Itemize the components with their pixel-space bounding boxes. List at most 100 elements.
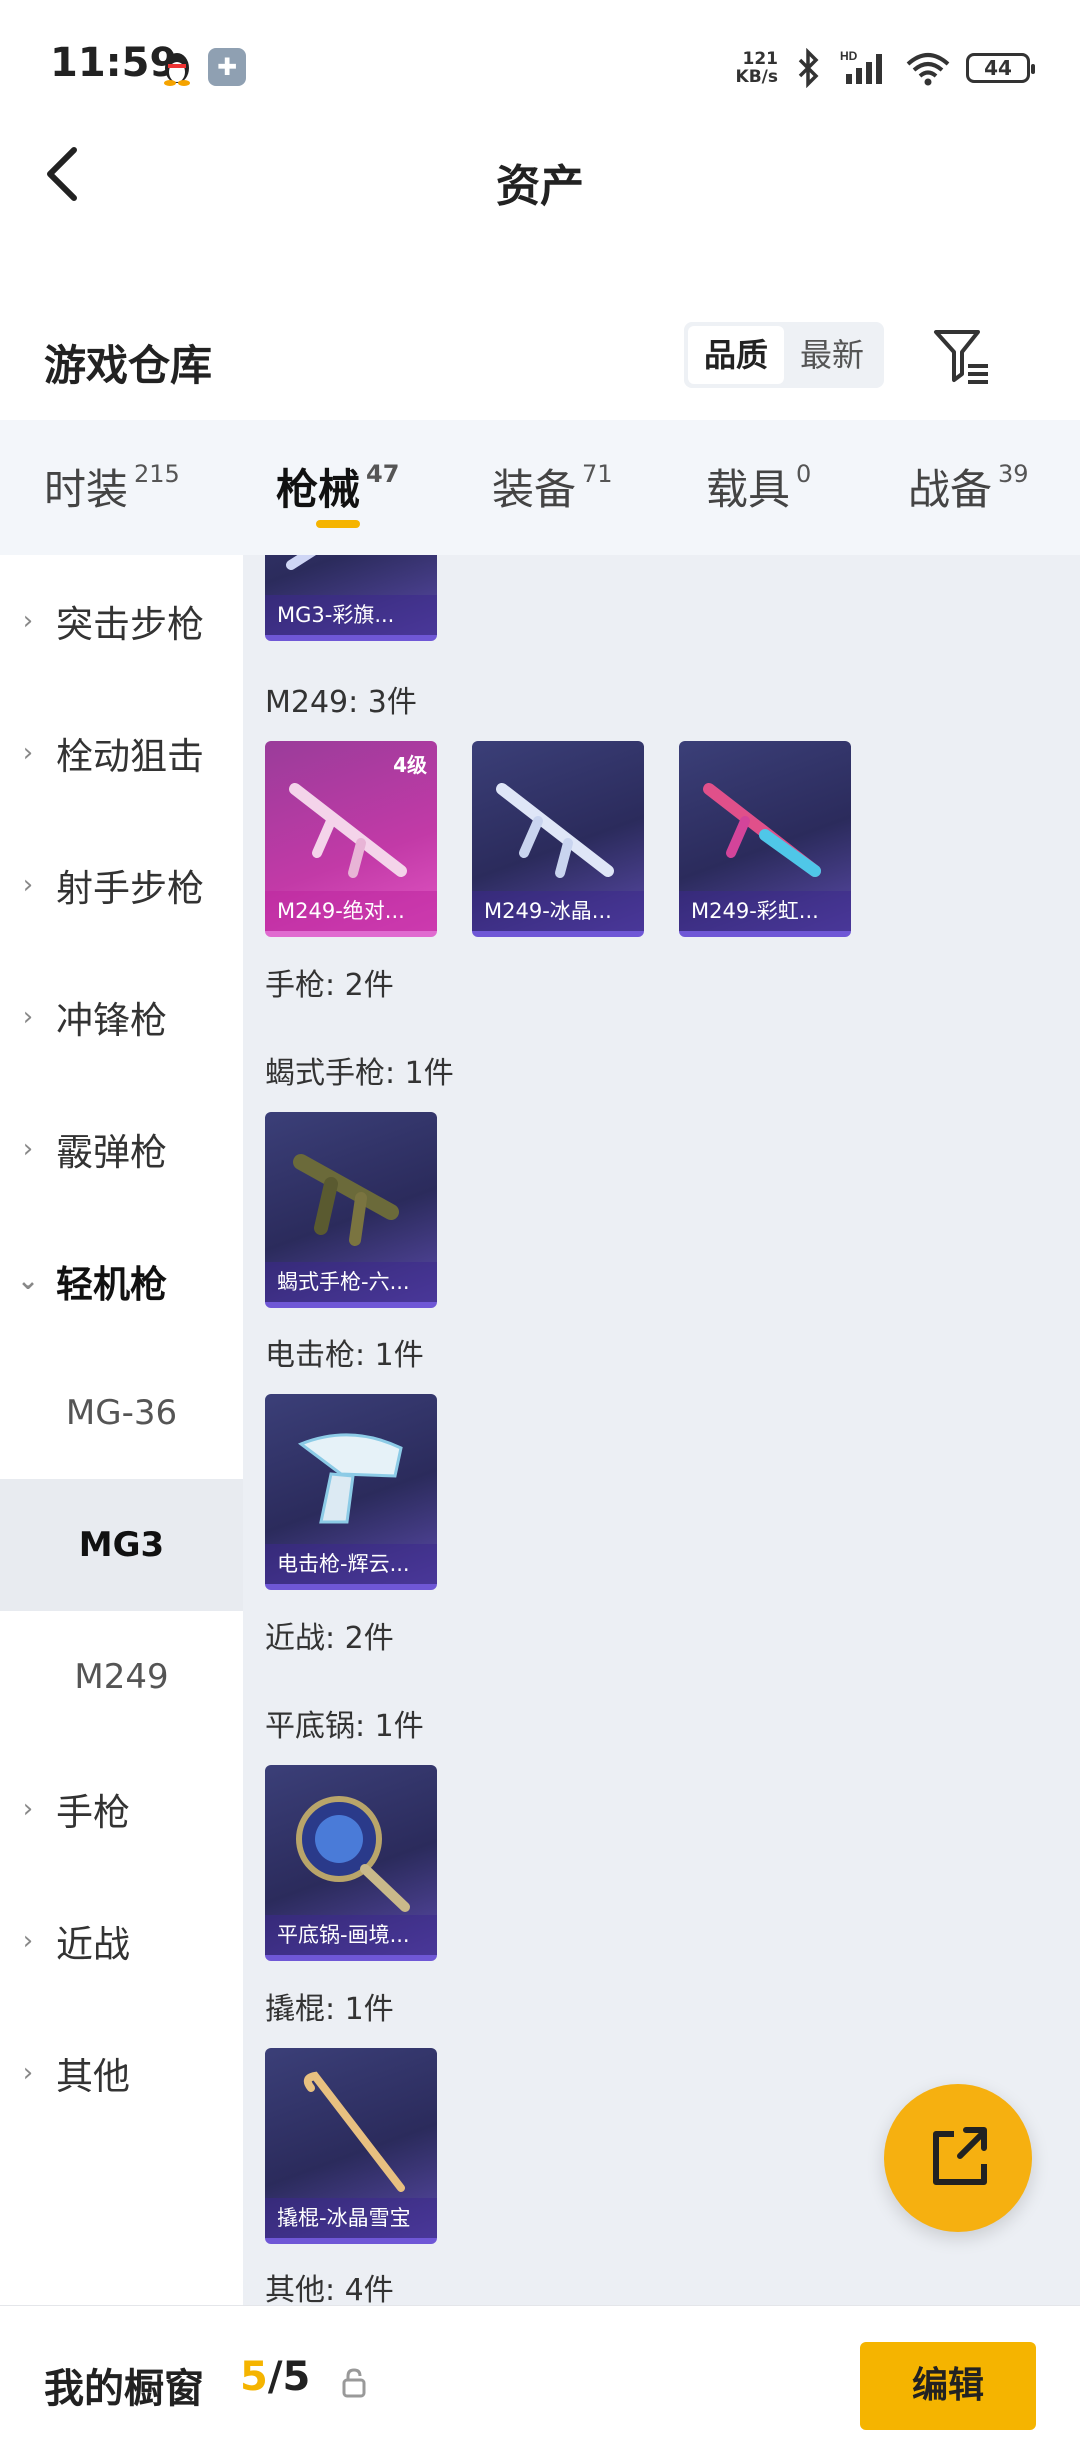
edit-button[interactable]: 编辑 — [860, 2342, 1036, 2430]
group-label: 近战: 2件 — [265, 1621, 394, 1656]
warehouse-header: 游戏仓库 品质 最新 — [0, 310, 1080, 420]
tab-label: 枪械 — [276, 465, 361, 514]
crowbar-icon — [303, 2071, 405, 2192]
svg-text:HD: HD — [840, 49, 858, 63]
item-card[interactable]: 平底锅-画境... — [265, 1765, 437, 1961]
item-card[interactable]: M249-彩虹... — [679, 741, 851, 937]
showcase-bar: 我的橱窗 5/5 编辑 — [0, 2305, 1080, 2460]
item-card-name: M249-彩虹... — [679, 891, 851, 931]
item-card[interactable]: 蝎式手枪-六... — [265, 1112, 437, 1308]
showcase-total: 5 — [282, 2354, 311, 2400]
showcase-separator: / — [267, 2354, 283, 2400]
tab-equipment[interactable]: 装备 71 — [492, 456, 613, 517]
sidebar-item-bolt-sniper[interactable]: › 栓动狙击 — [0, 687, 243, 819]
status-indicators: 121 KB/s HD 44 — [736, 44, 1035, 92]
sidebar-item-label: 手枪 — [56, 1791, 130, 1834]
sort-by-quality[interactable]: 品质 — [688, 326, 784, 384]
tab-label: 载具 — [706, 465, 791, 514]
m249-skin-icon — [703, 783, 821, 877]
chevron-right-icon: › — [22, 2058, 34, 2088]
tab-firearms[interactable]: 枪械 47 — [276, 456, 399, 517]
section-title: 游戏仓库 — [44, 341, 213, 390]
tab-vehicles[interactable]: 载具 0 — [706, 456, 811, 517]
chevron-right-icon: › — [22, 1134, 34, 1164]
item-card-name: 蝎式手枪-六... — [265, 1262, 437, 1302]
group-label: 手枪: 2件 — [265, 968, 394, 1003]
signal-icon: HD — [840, 49, 882, 84]
showcase-current: 5 — [240, 2354, 268, 2400]
taser-icon — [297, 1433, 403, 1524]
chevron-right-icon: › — [22, 1794, 34, 1824]
share-fab-button[interactable] — [884, 2084, 1032, 2232]
item-card-name: MG3-彩旗... — [265, 595, 437, 635]
sidebar-subitem-m249[interactable]: M249 — [0, 1611, 243, 1743]
sort-by-newest[interactable]: 最新 — [784, 326, 880, 384]
item-card[interactable]: M249-冰晶... — [472, 741, 644, 937]
chevron-right-icon: › — [22, 738, 34, 768]
sort-toggle: 品质 最新 — [684, 322, 884, 388]
sidebar-item-label: 冲锋枪 — [56, 999, 167, 1042]
item-card[interactable]: 撬棍-冰晶雪宝 — [265, 2048, 437, 2244]
m249-skin-icon — [496, 783, 614, 878]
item-card[interactable]: MG3-彩旗... — [265, 555, 437, 641]
sidebar-item-label: 霰弹枪 — [56, 1131, 167, 1174]
sidebar-item-label: 栓动狙击 — [56, 735, 204, 778]
group-label: 蝎式手枪: 1件 — [265, 1056, 454, 1091]
lock-icon — [342, 2368, 366, 2398]
group-label: 撬棍: 1件 — [265, 1992, 394, 2027]
sidebar-item-label: 近战 — [56, 1923, 130, 1966]
sidebar-item-lmg[interactable]: ⌄ 轻机枪 — [0, 1215, 243, 1347]
sidebar-item-shotgun[interactable]: › 霰弹枪 — [0, 1083, 243, 1215]
group-label: 电击枪: 1件 — [265, 1338, 424, 1373]
network-speed-unit: KB/s — [735, 67, 778, 87]
chevron-right-icon: › — [22, 606, 34, 636]
item-card-name: 撬棍-冰晶雪宝 — [265, 2198, 437, 2238]
sidebar-item-pistol[interactable]: › 手枪 — [0, 1743, 243, 1875]
lmg-skin-icon — [286, 555, 317, 570]
sidebar-item-label: 突击步枪 — [56, 603, 204, 646]
sidebar-item-marksman-rifle[interactable]: › 射手步枪 — [0, 819, 243, 951]
sidebar-item-melee[interactable]: › 近战 — [0, 1875, 243, 2007]
showcase-count: 5/5 — [240, 2354, 310, 2400]
share-export-icon — [933, 2127, 987, 2185]
m249-skin-icon — [289, 783, 407, 878]
item-card-name: M249-冰晶... — [472, 891, 644, 931]
tab-count: 39 — [998, 460, 1029, 488]
qq-penguin-icon — [164, 53, 190, 86]
filter-icon[interactable] — [930, 324, 994, 388]
sidebar-item-smg[interactable]: › 冲锋枪 — [0, 951, 243, 1083]
item-card[interactable]: 电击枪-辉云... — [265, 1394, 437, 1590]
network-speed: 121 KB/s — [736, 50, 778, 86]
sidebar-subitem-mg3[interactable]: MG3 — [0, 1479, 243, 1611]
item-card-name: 电击枪-辉云... — [265, 1544, 437, 1584]
status-bar: 11:59 ✚ 121 KB/s HD 44 — [0, 0, 1080, 120]
wifi-icon — [906, 53, 950, 86]
frying-pan-icon — [296, 1796, 410, 1912]
sidebar-item-assault-rifle[interactable]: › 突击步枪 — [0, 555, 243, 687]
sidebar-item-label: 其他 — [56, 2055, 130, 2098]
item-card-name: M249-绝对... — [265, 891, 437, 931]
chevron-right-icon: › — [22, 870, 34, 900]
group-label: 其他: 4件 — [265, 2273, 394, 2305]
bluetooth-icon — [798, 48, 819, 88]
showcase-label: 我的橱窗 — [44, 2366, 204, 2412]
tab-count: 0 — [796, 460, 812, 488]
tab-count: 47 — [366, 460, 400, 488]
group-label: M249: 3件 — [265, 685, 417, 720]
group-label: 平底锅: 1件 — [265, 1709, 424, 1744]
wrench-app-icon: ✚ — [208, 48, 246, 86]
sidebar-subitem-mg36[interactable]: MG-36 — [0, 1347, 243, 1479]
page-title: 资产 — [496, 161, 584, 212]
category-tabs: 时装 215 枪械 47 装备 71 载具 0 战备 39 — [0, 420, 1080, 555]
chevron-right-icon: › — [22, 1002, 34, 1032]
tab-fashion[interactable]: 时装 215 — [44, 456, 180, 517]
tab-label: 装备 — [492, 465, 577, 514]
item-card[interactable]: 4级 M249-绝对... — [265, 741, 437, 937]
app-header: 资产 — [0, 120, 1080, 230]
item-card-name: 平底锅-画境... — [265, 1915, 437, 1955]
sidebar-item-other[interactable]: › 其他 — [0, 2007, 243, 2139]
scorpion-pistol-icon — [293, 1154, 399, 1246]
battery-indicator: 44 — [966, 53, 1035, 83]
tab-supplies[interactable]: 战备 39 — [908, 456, 1029, 517]
tab-label: 战备 — [908, 465, 993, 514]
